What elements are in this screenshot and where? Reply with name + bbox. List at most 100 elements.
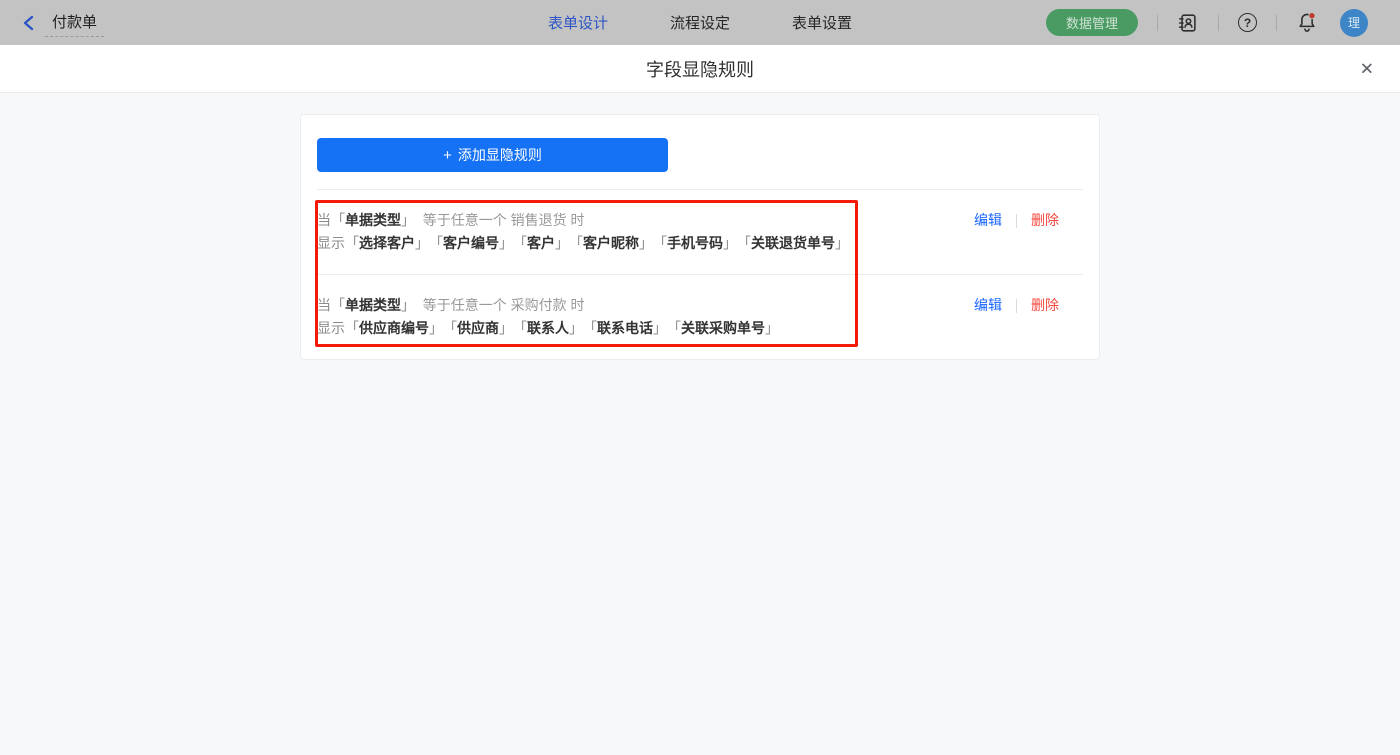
help-icon[interactable]: ? xyxy=(1238,13,1257,32)
edit-button[interactable]: 编辑 xyxy=(974,294,1002,317)
rule-show-line: 显示「供应商编号」「供应商」「联系人」「联系电话」「关联采购单号」 xyxy=(317,317,786,340)
condition-prefix: 当 xyxy=(317,297,331,313)
edit-button[interactable]: 编辑 xyxy=(974,209,1002,232)
rule-actions: 编辑 删除 xyxy=(974,294,1059,317)
data-manage-button[interactable]: 数据管理 xyxy=(1046,9,1138,36)
tab-form-design[interactable]: 表单设计 xyxy=(548,12,608,33)
condition-suffix: 时 xyxy=(567,297,585,313)
modal-title: 字段显隐规则 xyxy=(646,56,754,82)
shown-field: 「联系电话」 xyxy=(590,320,667,336)
bracket-close: 」 xyxy=(569,320,583,336)
bracket-close: 」 xyxy=(653,320,667,336)
rule-row: 当「单据类型」 等于任意一个 采购付款 时显示「供应商编号」「供应商」「联系人」… xyxy=(317,274,1083,359)
condition-value: 采购付款 xyxy=(511,297,567,313)
condition-operator: 等于任意一个 xyxy=(415,297,511,313)
contact-book-icon[interactable] xyxy=(1177,12,1199,34)
rule-condition-line: 当「单据类型」 等于任意一个 采购付款 时 xyxy=(317,294,786,317)
add-rule-label: 添加显隐规则 xyxy=(458,147,542,163)
bracket-close: 」 xyxy=(401,212,415,228)
bracket-close: 」 xyxy=(723,235,737,251)
bracket-close: 」 xyxy=(429,320,443,336)
bracket-open: 「 xyxy=(345,235,359,251)
bracket-close: 」 xyxy=(555,235,569,251)
condition-value: 销售退货 xyxy=(511,212,567,228)
shown-field: 「关联采购单号」 xyxy=(674,320,779,336)
shown-field: 「供应商编号」 xyxy=(345,320,443,336)
field-name: 供应商 xyxy=(457,320,499,336)
delete-button[interactable]: 删除 xyxy=(1031,294,1059,317)
rules-card: +添加显隐规则 当「单据类型」 等于任意一个 销售退货 时显示「选择客户」「客户… xyxy=(300,114,1100,360)
rule-show-line: 显示「选择客户」「客户编号」「客户」「客户昵称」「手机号码」「关联退货单号」 xyxy=(317,232,856,255)
divider xyxy=(1016,299,1017,313)
top-navbar: 付款单 表单设计 流程设定 表单设置 数据管理 ? 理 xyxy=(0,0,1400,45)
shown-field: 「手机号码」 xyxy=(660,235,737,251)
shown-field: 「客户昵称」 xyxy=(576,235,653,251)
bracket-open: 「 xyxy=(660,235,667,251)
chevron-left-icon xyxy=(22,15,35,31)
rule-actions: 编辑 删除 xyxy=(974,209,1059,232)
divider xyxy=(1016,214,1017,228)
condition-prefix: 当 xyxy=(317,212,331,228)
modal-header: 字段显隐规则 ✕ xyxy=(0,45,1400,93)
field-name: 手机号码 xyxy=(667,235,723,251)
condition-field: 单据类型 xyxy=(345,297,401,313)
field-name: 客户 xyxy=(527,235,555,251)
bracket-open: 「 xyxy=(590,320,597,336)
bracket-open: 「 xyxy=(345,320,359,336)
shown-field: 「联系人」 xyxy=(520,320,583,336)
condition-field: 单据类型 xyxy=(345,212,401,228)
divider xyxy=(1218,15,1219,31)
shown-field: 「选择客户」 xyxy=(345,235,429,251)
delete-button[interactable]: 删除 xyxy=(1031,209,1059,232)
bracket-close: 」 xyxy=(415,235,429,251)
bracket-open: 「 xyxy=(520,320,527,336)
bracket-open: 「 xyxy=(744,235,751,251)
divider xyxy=(1276,15,1277,31)
close-icon[interactable]: ✕ xyxy=(1360,60,1374,77)
navbar-left: 付款单 xyxy=(22,8,104,37)
condition-suffix: 时 xyxy=(567,212,585,228)
bracket-open: 「 xyxy=(450,320,457,336)
field-name: 客户编号 xyxy=(443,235,499,251)
bracket-close: 」 xyxy=(499,235,513,251)
bracket-open: 「 xyxy=(436,235,443,251)
field-name: 供应商编号 xyxy=(359,320,429,336)
modal-body: +添加显隐规则 当「单据类型」 等于任意一个 销售退货 时显示「选择客户」「客户… xyxy=(0,114,1400,755)
back-button[interactable] xyxy=(22,15,35,31)
shown-field: 「关联退货单号」 xyxy=(744,235,849,251)
navbar-tabs: 表单设计 流程设定 表单设置 xyxy=(548,0,852,45)
tab-form-settings[interactable]: 表单设置 xyxy=(792,12,852,33)
shown-field: 「供应商」 xyxy=(450,320,513,336)
rule-text: 当「单据类型」 等于任意一个 销售退货 时显示「选择客户」「客户编号」「客户」「… xyxy=(317,209,856,255)
condition-operator: 等于任意一个 xyxy=(415,212,511,228)
field-name: 联系人 xyxy=(527,320,569,336)
form-name-title[interactable]: 付款单 xyxy=(45,8,104,37)
field-name: 客户昵称 xyxy=(583,235,639,251)
user-avatar[interactable]: 理 xyxy=(1340,9,1368,37)
rule-condition-line: 当「单据类型」 等于任意一个 销售退货 时 xyxy=(317,209,856,232)
bracket-open: 「 xyxy=(520,235,527,251)
tab-workflow[interactable]: 流程设定 xyxy=(670,12,730,33)
bracket-open: 「 xyxy=(576,235,583,251)
notification-bell-icon[interactable] xyxy=(1296,11,1318,34)
bracket-close: 」 xyxy=(499,320,513,336)
shown-field: 「客户编号」 xyxy=(436,235,513,251)
divider xyxy=(317,172,1083,190)
bracket-open: 「 xyxy=(331,297,345,313)
bracket-open: 「 xyxy=(674,320,681,336)
show-prefix: 显示 xyxy=(317,235,345,251)
shown-field: 「客户」 xyxy=(520,235,569,251)
bracket-close: 」 xyxy=(401,297,415,313)
plus-icon: + xyxy=(443,147,452,164)
bracket-close: 」 xyxy=(639,235,653,251)
field-name: 选择客户 xyxy=(359,235,415,251)
field-name: 联系电话 xyxy=(597,320,653,336)
bracket-close: 」 xyxy=(835,235,849,251)
bracket-close: 」 xyxy=(765,320,779,336)
add-rule-button[interactable]: + 添加显隐规则 xyxy=(317,138,668,172)
rule-row: 当「单据类型」 等于任意一个 销售退货 时显示「选择客户」「客户编号」「客户」「… xyxy=(317,190,1083,274)
divider xyxy=(1157,15,1158,31)
rule-text: 当「单据类型」 等于任意一个 采购付款 时显示「供应商编号」「供应商」「联系人」… xyxy=(317,294,786,340)
navbar-right: 数据管理 ? 理 xyxy=(1046,9,1368,37)
rules-list: 当「单据类型」 等于任意一个 销售退货 时显示「选择客户」「客户编号」「客户」「… xyxy=(317,190,1083,359)
